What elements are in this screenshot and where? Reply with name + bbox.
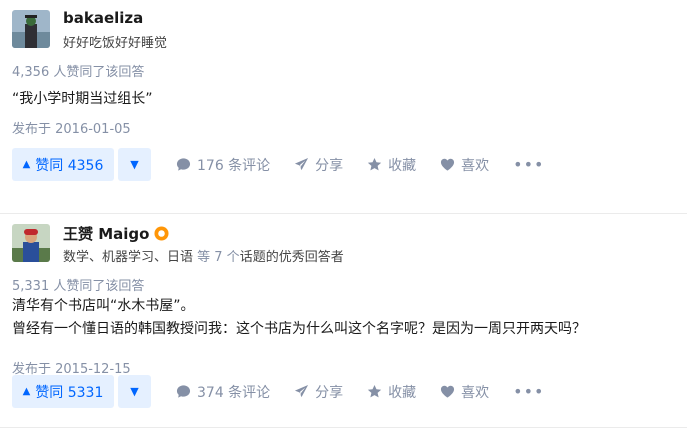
comment-count: 374 条评论 (197, 384, 271, 401)
favorite-label: 收藏 (388, 157, 417, 174)
headline-suffix: 话题的优秀回答者 (239, 250, 344, 265)
author-headline: 数学、机器学习、日语 等 7 个话题的优秀回答者 (63, 246, 344, 265)
author-name[interactable]: 王赟 Maigo (63, 223, 169, 244)
upvote-triangle-icon: ▲ (22, 159, 31, 170)
like-button[interactable]: 喜欢 (440, 382, 489, 402)
like-button[interactable]: 喜欢 (440, 155, 489, 175)
downvote-triangle-icon: ▼ (130, 385, 139, 398)
action-bar: ▲ 赞同 5331 ▼ 374 条评论 分享 收藏 喜欢 ••• (12, 375, 544, 408)
share-label: 分享 (315, 157, 344, 174)
action-bar: ▲ 赞同 4356 ▼ 176 条评论 分享 收藏 喜欢 ••• (12, 148, 544, 181)
share-button[interactable]: 分享 (294, 155, 343, 175)
vote-count-text: 4,356 人赞同了该回答 (12, 65, 145, 80)
downvote-button[interactable]: ▼ (118, 375, 151, 408)
share-label: 分享 (315, 384, 344, 401)
comment-icon (176, 158, 191, 171)
upvote-button[interactable]: ▲ 赞同 5331 (12, 375, 114, 408)
avatar[interactable] (12, 10, 50, 48)
answer-card: bakaeliza 好好吃饭好好睡觉 4,356 人赞同了该回答 “我小学时期当… (0, 0, 687, 214)
headline-topics[interactable]: 数学、机器学习、日语 (63, 250, 193, 265)
share-button[interactable]: 分享 (294, 382, 343, 402)
star-icon (368, 157, 382, 171)
content-line: “我小学时期当过组长” (12, 91, 153, 107)
downvote-button[interactable]: ▼ (118, 148, 151, 181)
star-icon (368, 384, 382, 398)
comment-count: 176 条评论 (197, 157, 271, 174)
favorite-label: 收藏 (388, 384, 417, 401)
answer-content[interactable]: “我小学时期当过组长” (12, 88, 153, 111)
comment-button[interactable]: 374 条评论 (176, 382, 270, 402)
content-line: 曾经有一个懂日语的韩国教授问我：这个书店为什么叫这个名字呢？是因为一周只开两天吗… (12, 321, 586, 337)
answer-content[interactable]: 清华有个书店叫“水木书屋”。 曾经有一个懂日语的韩国教授问我：这个书店为什么叫这… (12, 295, 586, 341)
like-label: 喜欢 (461, 157, 490, 174)
like-label: 喜欢 (461, 384, 490, 401)
headline-topic-count: 等 7 个 (193, 250, 240, 265)
upvote-button[interactable]: ▲ 赞同 4356 (12, 148, 114, 181)
upvote-label: 赞同 5331 (35, 384, 104, 401)
upvote-triangle-icon: ▲ (22, 386, 31, 397)
publish-date[interactable]: 发布于 2016-01-05 (12, 118, 131, 137)
comment-button[interactable]: 176 条评论 (176, 155, 270, 175)
more-icon[interactable]: ••• (513, 155, 544, 174)
avatar[interactable] (12, 224, 50, 262)
downvote-triangle-icon: ▼ (130, 158, 139, 171)
heart-icon (441, 385, 455, 398)
share-icon (295, 384, 309, 398)
favorite-button[interactable]: 收藏 (367, 382, 416, 402)
heart-icon (441, 158, 455, 171)
author-name[interactable]: bakaeliza (63, 9, 143, 27)
comment-icon (176, 385, 191, 398)
share-icon (295, 157, 309, 171)
upvote-label: 赞同 4356 (35, 157, 104, 174)
more-icon[interactable]: ••• (513, 382, 544, 401)
author-headline: 好好吃饭好好睡觉 (63, 36, 168, 51)
content-line: 清华有个书店叫“水木书屋”。 (12, 298, 195, 314)
favorite-button[interactable]: 收藏 (367, 155, 416, 175)
vote-count-text: 5,331 人赞同了该回答 (12, 279, 145, 294)
badge-icon (154, 226, 169, 241)
answer-card: 王赟 Maigo 数学、机器学习、日语 等 7 个话题的优秀回答者 5,331 … (0, 214, 687, 428)
